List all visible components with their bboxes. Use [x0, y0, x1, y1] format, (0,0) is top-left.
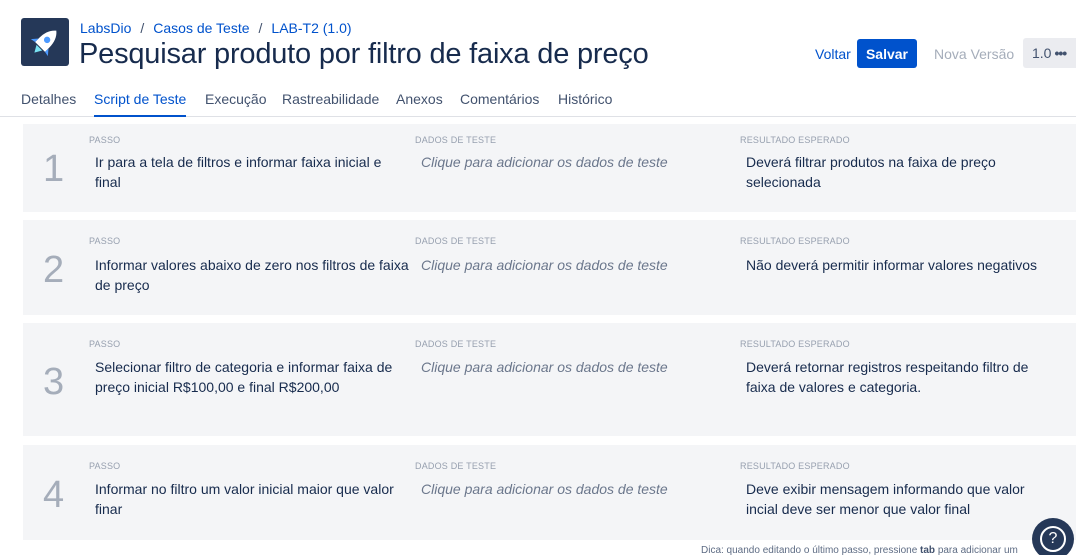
- step-description[interactable]: Ir para a tela de filtros e informar fai…: [95, 152, 405, 192]
- test-data-column-label: DADOS DE TESTE: [415, 339, 497, 349]
- tab-comments[interactable]: Comentários: [460, 91, 539, 107]
- step-line: final: [95, 174, 121, 190]
- tab-execution[interactable]: Execução: [205, 91, 266, 107]
- expected-line: selecionada: [746, 174, 821, 190]
- breadcrumb-separator: /: [258, 20, 263, 36]
- test-data-placeholder[interactable]: Clique para adicionar os dados de teste: [421, 357, 668, 377]
- test-data-placeholder[interactable]: Clique para adicionar os dados de teste: [421, 479, 668, 499]
- tip-text: para adicionar um: [937, 545, 1018, 555]
- step-line: Informar no filtro um valor inicial maio…: [95, 481, 394, 497]
- breadcrumb-test-cases[interactable]: Casos de Teste: [153, 20, 249, 36]
- expected-column-label: RESULTADO ESPERADO: [740, 135, 850, 145]
- version-label: 1.0: [1032, 45, 1052, 61]
- expected-result[interactable]: Deverá retornar registros respeitando fi…: [746, 357, 1056, 397]
- expected-line: Deve exibir mensagem informando que valo…: [746, 481, 1025, 497]
- help-button[interactable]: ?: [1032, 518, 1074, 555]
- test-data-column-label: DADOS DE TESTE: [415, 461, 497, 471]
- new-version-button[interactable]: Nova Versão: [934, 44, 1014, 64]
- step-card[interactable]: 3 PASSO DADOS DE TESTE RESULTADO ESPERAD…: [23, 323, 1076, 436]
- expected-result[interactable]: Deverá filtrar produtos na faixa de preç…: [746, 152, 1056, 192]
- step-line: Selecionar filtro de categoria e informa…: [95, 359, 393, 375]
- breadcrumb-project[interactable]: LabsDio: [80, 20, 131, 36]
- version-dropdown[interactable]: 1.0 •••: [1023, 38, 1076, 68]
- expected-result[interactable]: Não deverá permitir informar valores neg…: [746, 255, 1066, 275]
- step-line: preço inicial R$100,00 e final R$200,00: [95, 379, 340, 395]
- test-script-steps: 1 PASSO DADOS DE TESTE RESULTADO ESPERAD…: [0, 118, 1076, 555]
- step-card[interactable]: 4 PASSO DADOS DE TESTE RESULTADO ESPERAD…: [23, 445, 1076, 540]
- step-number: 4: [43, 474, 65, 516]
- rocket-icon: [30, 30, 57, 57]
- step-card[interactable]: 2 PASSO DADOS DE TESTE RESULTADO ESPERAD…: [23, 220, 1076, 315]
- step-column-label: PASSO: [89, 135, 121, 145]
- expected-column-label: RESULTADO ESPERADO: [740, 461, 850, 471]
- tab-traceability[interactable]: Rastreabilidade: [282, 91, 379, 107]
- back-button[interactable]: Voltar: [815, 44, 851, 64]
- breadcrumb: LabsDio / Casos de Teste / LAB-T2 (1.0): [80, 20, 352, 36]
- tab-bar: Detalhes Script de Teste Execução Rastre…: [0, 89, 1076, 117]
- expected-line: faixa de valores e categoria.: [746, 379, 922, 395]
- tab-test-script[interactable]: Script de Teste: [94, 91, 186, 107]
- tip-text: Dica: quando editando o último passo, pr…: [701, 545, 918, 555]
- step-number: 3: [43, 361, 65, 403]
- tab-details[interactable]: Detalhes: [21, 91, 76, 107]
- keyboard-tip: Dica: quando editando o último passo, pr…: [701, 545, 1018, 555]
- step-line: de preço: [95, 277, 150, 293]
- step-description[interactable]: Informar no filtro um valor inicial maio…: [95, 479, 410, 519]
- save-button[interactable]: Salvar: [857, 39, 917, 68]
- question-mark-icon: ?: [1040, 526, 1066, 552]
- expected-line: incial deve ser menor que valor final: [746, 501, 971, 517]
- active-tab-indicator: [94, 115, 186, 117]
- expected-line: Não deverá permitir informar valores neg…: [746, 257, 1038, 273]
- step-card[interactable]: 1 PASSO DADOS DE TESTE RESULTADO ESPERAD…: [23, 124, 1076, 212]
- expected-line: Deverá retornar registros respeitando fi…: [746, 359, 1029, 375]
- step-column-label: PASSO: [89, 339, 121, 349]
- step-line: Ir para a tela de filtros e informar fai…: [95, 154, 382, 170]
- more-icon: •••: [1054, 45, 1067, 61]
- step-number: 1: [43, 148, 65, 190]
- step-column-label: PASSO: [89, 236, 121, 246]
- step-column-label: PASSO: [89, 461, 121, 471]
- test-data-column-label: DADOS DE TESTE: [415, 236, 497, 246]
- tip-key: tab: [920, 545, 936, 555]
- test-data-placeholder[interactable]: Clique para adicionar os dados de teste: [421, 255, 668, 275]
- breadcrumb-separator: /: [140, 20, 145, 36]
- expected-column-label: RESULTADO ESPERADO: [740, 339, 850, 349]
- project-avatar[interactable]: [21, 18, 69, 66]
- step-number: 2: [43, 249, 65, 291]
- test-data-placeholder[interactable]: Clique para adicionar os dados de teste: [421, 152, 668, 172]
- step-line: finar: [95, 501, 123, 517]
- page-title: Pesquisar produto por filtro de faixa de…: [79, 38, 649, 70]
- test-data-column-label: DADOS DE TESTE: [415, 135, 497, 145]
- expected-line: Deverá filtrar produtos na faixa de preç…: [746, 154, 996, 170]
- expected-column-label: RESULTADO ESPERADO: [740, 236, 850, 246]
- tab-history[interactable]: Histórico: [558, 91, 612, 107]
- expected-result[interactable]: Deve exibir mensagem informando que valo…: [746, 479, 1056, 519]
- step-description[interactable]: Informar valores abaixo de zero nos filt…: [95, 255, 410, 295]
- tab-attachments[interactable]: Anexos: [396, 91, 443, 107]
- step-description[interactable]: Selecionar filtro de categoria e informa…: [95, 357, 410, 397]
- breadcrumb-test-case-key[interactable]: LAB-T2 (1.0): [271, 20, 351, 36]
- step-line: Informar valores abaixo de zero nos filt…: [95, 257, 409, 273]
